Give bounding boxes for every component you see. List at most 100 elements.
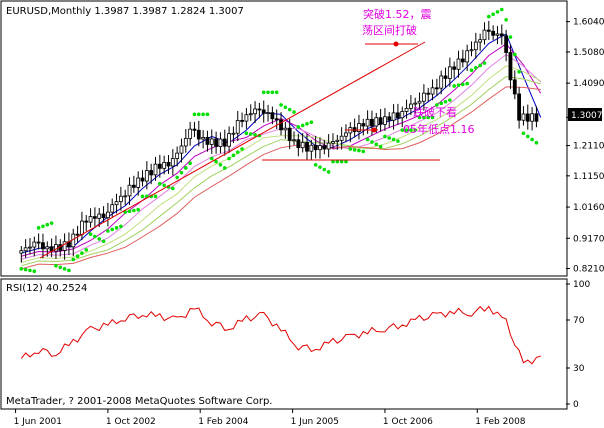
candle-body (97, 213, 102, 219)
candle-body (434, 87, 439, 90)
candle-body (196, 129, 201, 140)
sar-dot (205, 112, 210, 117)
candle-body (530, 113, 535, 122)
candle-body (408, 103, 413, 109)
sar-dot (482, 61, 487, 65)
sar-dot (512, 52, 517, 57)
sar-dot (179, 170, 184, 175)
candle-body (335, 139, 340, 142)
candle-body (222, 138, 227, 147)
candle-body (473, 41, 478, 51)
candle-body (231, 132, 236, 135)
candle-body (123, 195, 128, 198)
sar-dot (465, 81, 469, 86)
candle-body (430, 87, 435, 95)
sar-dot (19, 267, 24, 271)
sar-dot (231, 153, 236, 158)
annotation-breakdown-line1: 跌破下看 (413, 105, 457, 119)
candle-body (318, 145, 322, 151)
sar-dot (305, 122, 309, 126)
sar-dot (222, 166, 227, 170)
rsi-title: RSI(12) 40.2524 (6, 283, 87, 294)
candle-body (292, 139, 296, 142)
candle-body (374, 117, 379, 127)
candle-body (110, 204, 115, 213)
candle-body (118, 195, 123, 203)
candle-body (93, 216, 97, 219)
sar-dot (474, 66, 478, 70)
sar-dot (140, 194, 145, 199)
candle-body (19, 250, 24, 254)
sar-dot (391, 137, 396, 142)
candle-body (140, 177, 145, 182)
candle-body (486, 29, 491, 32)
sar-dot (313, 163, 318, 167)
copyright-text: MetaTrader, ? 2001-2008 MetaQuotes Softw… (6, 396, 272, 407)
candle-body (179, 145, 184, 154)
sar-dot (439, 101, 443, 106)
price-tick-label: 1.5080 (573, 48, 604, 58)
sar-dot (283, 105, 288, 110)
candle-body (313, 144, 318, 151)
candle-body (80, 220, 84, 235)
sar-dot (374, 142, 379, 147)
candle-body (214, 138, 219, 147)
sar-dot (292, 110, 296, 114)
price-tick-label: 1.0160 (573, 203, 604, 213)
sar-dot (387, 136, 392, 140)
candle-body (114, 201, 119, 206)
candle-body (75, 233, 80, 236)
candle-body (365, 118, 370, 127)
sar-dot (383, 134, 387, 139)
sar-dot (508, 35, 513, 39)
candle-body (439, 75, 444, 89)
sar-dot (478, 63, 482, 68)
candle-body (383, 116, 387, 125)
sar-dot (227, 156, 231, 161)
candle-body (105, 211, 110, 219)
sar-dot (378, 144, 383, 149)
candle-body (400, 111, 405, 119)
sar-dot (361, 149, 366, 154)
candle-body (183, 138, 188, 147)
sar-dot (452, 84, 456, 88)
candle-body (447, 66, 452, 79)
sar-dot (322, 167, 327, 172)
sar-dot (240, 147, 244, 151)
sar-dot (58, 265, 63, 270)
candle-body (404, 107, 409, 112)
sar-dot (119, 224, 123, 229)
sar-dot (365, 137, 370, 142)
candle-body (162, 161, 167, 169)
candle-body (157, 163, 162, 169)
candle-body (149, 170, 154, 176)
sar-dot (184, 166, 188, 170)
candle-body (227, 133, 231, 147)
sar-dot (461, 82, 465, 87)
sar-dot (88, 232, 93, 236)
sar-dot (396, 139, 400, 143)
candle-body (508, 52, 513, 81)
sar-dot (244, 131, 249, 136)
sar-dot (106, 229, 110, 233)
sar-dot (28, 268, 32, 273)
sar-dot (54, 263, 58, 268)
candle-body (478, 39, 483, 43)
candle-body (331, 141, 335, 144)
candle-body (396, 112, 400, 119)
candle-body (296, 139, 301, 149)
annotation-breakout-line2: 荡区间打破 (362, 23, 417, 37)
candle-body (443, 75, 448, 79)
candle-body (456, 58, 461, 70)
candle-body (417, 100, 422, 104)
sar-dot (153, 194, 158, 199)
candle-body (261, 109, 266, 114)
sar-dot (132, 208, 136, 213)
candle-body (166, 161, 171, 167)
sar-dot (530, 137, 534, 142)
candle-body (534, 113, 539, 122)
candle-body (517, 93, 522, 121)
breakdown-marker (371, 127, 377, 133)
sar-dot (517, 69, 521, 74)
candle-body (257, 108, 262, 111)
